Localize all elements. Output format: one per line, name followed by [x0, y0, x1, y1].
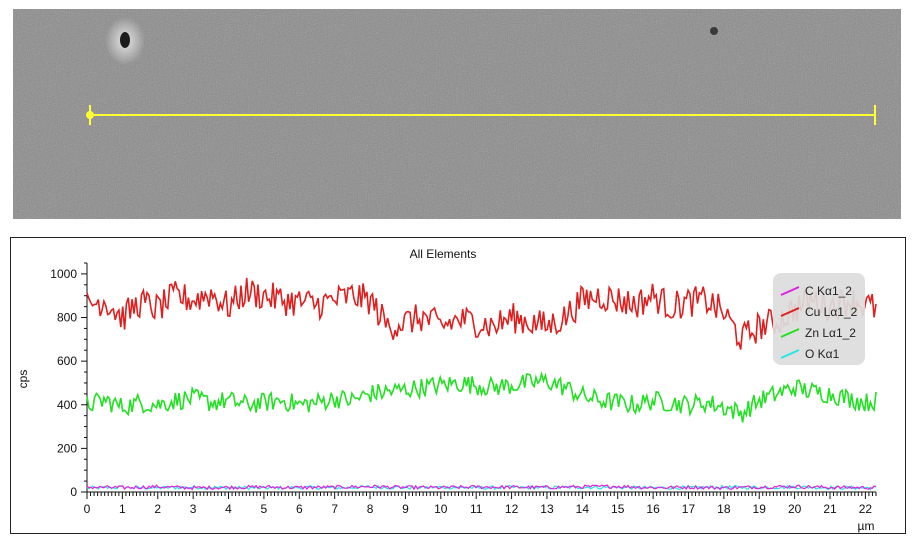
legend-entry-label: O Kα1: [805, 347, 840, 361]
y-tick-label: 0: [70, 485, 77, 499]
x-tick-label: 13: [540, 502, 554, 516]
x-tick-label: 21: [823, 502, 837, 516]
axes: 020040060080010000 1 2 3 4 5 6 7 8 9 10 11 12 13 14 15 1…: [50, 262, 877, 516]
legend-entry-label: Zn Lα1_2: [805, 326, 856, 340]
x-tick-label: 11: [470, 502, 483, 516]
x-tick-label: 12: [505, 502, 519, 516]
y-axis-label: cps: [16, 370, 30, 389]
x-tick-label: 15: [611, 502, 625, 516]
y-tick-label: 200: [57, 441, 77, 455]
series-line: [86, 277, 877, 350]
sem-micrograph-svg: [13, 9, 901, 219]
sem-micrograph: [13, 9, 901, 219]
linescan-start-handle[interactable]: [86, 111, 94, 119]
legend-entry-label: Cu Lα1_2: [805, 305, 858, 319]
x-tick-label: 0: [84, 502, 91, 516]
sem-defect: [710, 27, 718, 35]
x-tick-label: 14: [576, 502, 590, 516]
x-tick-label: 17: [682, 502, 696, 516]
y-tick-label: 600: [57, 354, 77, 368]
linescan-chart-panel: All Elements cps µm 0 200 400 600 800 1000 0 1 2…: [10, 237, 906, 534]
y-tick-label: 800: [57, 311, 77, 325]
x-tick-label: 1: [119, 502, 126, 516]
x-tick-label: 10: [434, 502, 448, 516]
x-tick-label: 16: [646, 502, 660, 516]
series-line: [86, 370, 877, 423]
x-tick-label: 22: [859, 502, 873, 516]
x-tick-label: 2: [154, 502, 161, 516]
x-tick-label: 6: [296, 502, 303, 516]
linescan-chart: All Elements cps µm 020040060080010000 1 2…: [16, 247, 877, 533]
legend[interactable]: C Kα1_2 Cu Lα1_2 Zn Lα1_2 O Kα1: [773, 273, 865, 365]
legend-entry-label: C Kα1_2: [805, 284, 852, 298]
chart-title: All Elements: [410, 247, 477, 261]
x-tick-label: 4: [225, 502, 232, 516]
x-tick-label: 3: [190, 502, 197, 516]
x-tick-label: 7: [331, 502, 338, 516]
x-tick-label: 9: [402, 502, 409, 516]
y-tick-label: 400: [57, 398, 77, 412]
x-tick-label: 20: [788, 502, 802, 516]
series-lines: [86, 277, 877, 491]
sem-particle: [120, 32, 130, 48]
x-tick-label: 8: [367, 502, 374, 516]
y-tick-label: 1000: [50, 267, 77, 281]
x-tick-label: 19: [753, 502, 767, 516]
x-tick-label: 18: [717, 502, 731, 516]
x-tick-label: 5: [261, 502, 268, 516]
x-axis-unit: µm: [858, 519, 875, 533]
